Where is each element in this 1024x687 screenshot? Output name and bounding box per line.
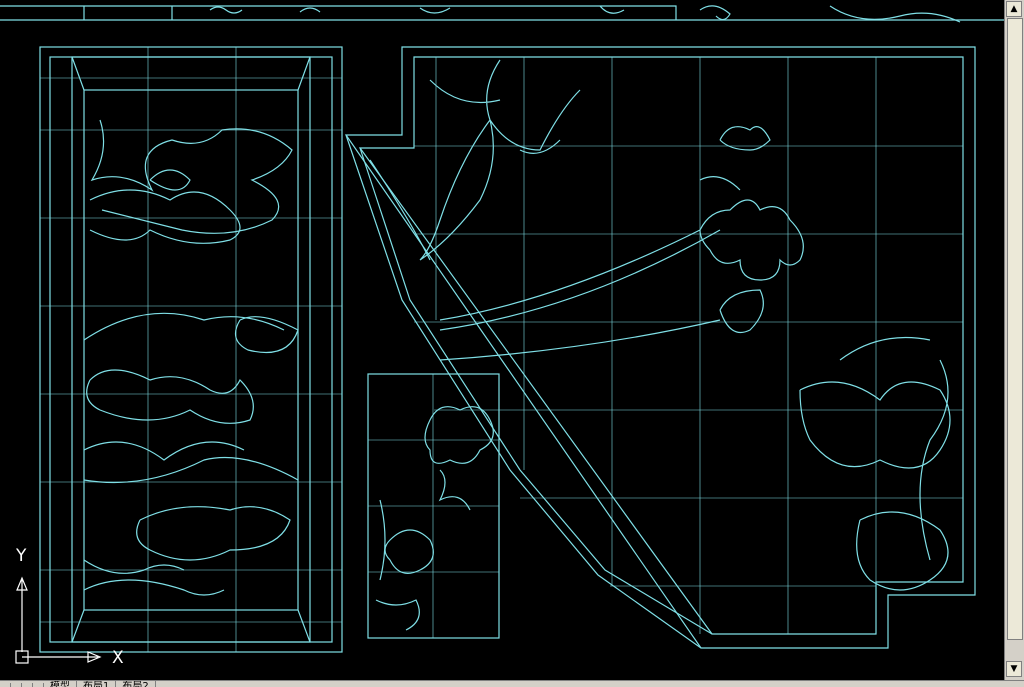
right-panel-inner-frame [358,56,964,635]
ucs-y-label: Y [16,546,27,566]
tab-layout-1[interactable]: 布局1 [77,681,117,687]
left-lotus-art [83,119,299,596]
tab-model[interactable]: 模型 [44,681,77,687]
left-panel-inner-frame [83,89,299,611]
ucs-y-arrow [16,576,28,652]
top-strip-frame [0,5,1004,21]
right-panel-grid [414,57,963,634]
scroll-up-icon[interactable]: ▲ [1006,1,1022,17]
scroll-down-icon[interactable]: ▼ [1006,661,1022,677]
right-lotus-art [369,59,951,591]
ucs-x-label: X [112,648,124,668]
tab-layout-2[interactable]: 布局2 [116,681,156,687]
scrollbar-thumb[interactable] [1007,18,1023,640]
ucs-x-arrow [22,651,102,663]
tab-nav-next[interactable] [22,683,33,687]
ucs-icon [15,576,102,664]
vertical-scrollbar[interactable]: ▲ ▼ [1004,0,1024,680]
cad-drawing [0,5,1004,664]
tab-nav-first[interactable] [0,683,11,687]
tab-nav-prev[interactable] [11,683,22,687]
drawing-canvas[interactable]: Y X [0,0,1004,680]
tab-nav-last[interactable] [33,683,44,687]
